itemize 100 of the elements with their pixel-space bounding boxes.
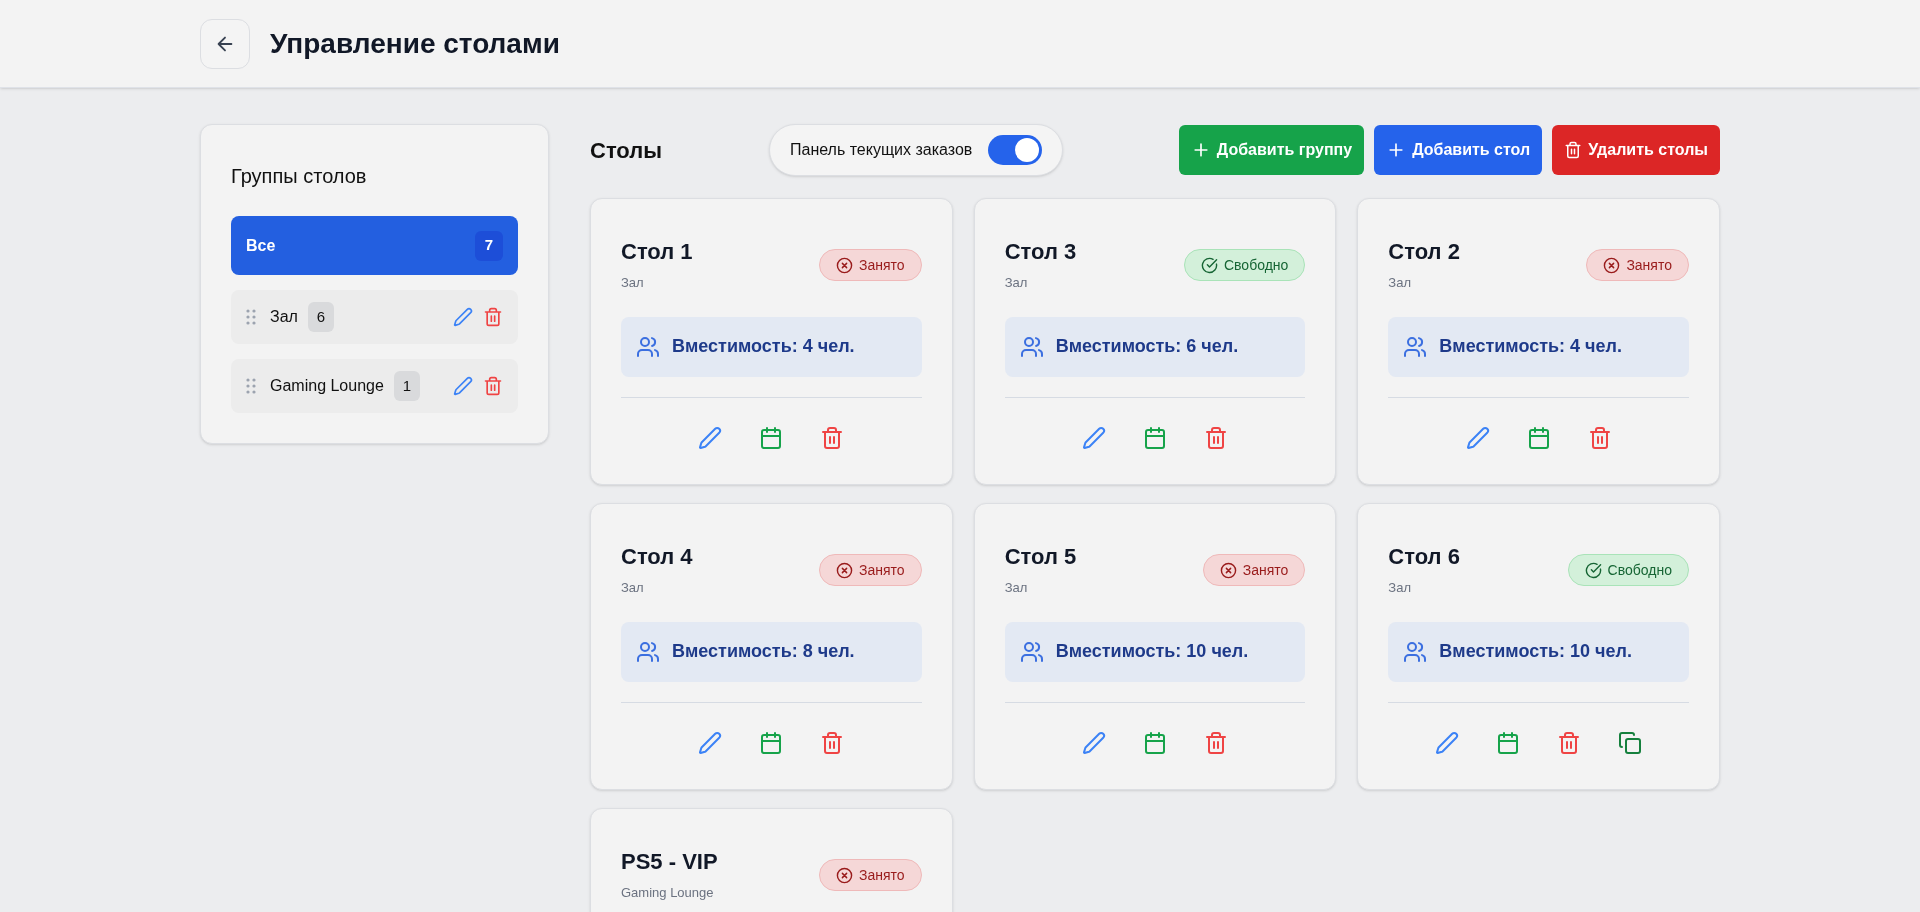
edit-button[interactable] [698, 730, 723, 755]
capacity-text: Вместимость: 8 чел. [672, 640, 855, 663]
group-name: Зал [270, 307, 298, 327]
pencil-icon [1465, 425, 1490, 450]
x-circle-icon [1603, 256, 1621, 274]
group-label: Зал [1004, 274, 1029, 292]
capacity-text: Вместимость: 4 чел. [1439, 335, 1622, 358]
drag-handle-icon[interactable] [246, 378, 256, 394]
capacity-text: Вместимость: 6 чел. [1055, 335, 1239, 358]
status-badge: Свободно [1567, 554, 1689, 586]
x-circle-icon [836, 561, 854, 579]
calendar-button[interactable] [759, 425, 784, 450]
table-name: Стол 6 [1388, 543, 1460, 571]
trash-icon [820, 730, 845, 755]
group-item[interactable]: Зал 6 [231, 290, 518, 344]
count-badge: 6 [307, 302, 334, 332]
group-item[interactable]: Все 7 [231, 216, 518, 275]
delete-button[interactable] [1204, 425, 1228, 450]
delete-button[interactable] [483, 307, 503, 327]
calendar-icon [759, 730, 784, 755]
pencil-icon [1082, 730, 1106, 755]
edit-button[interactable] [453, 307, 473, 327]
pencil-icon [1082, 425, 1106, 450]
people-icon [636, 639, 660, 664]
group-name: Все [246, 235, 276, 256]
calendar-button[interactable] [1143, 425, 1167, 450]
pencil-icon [698, 730, 723, 755]
calendar-icon [1143, 425, 1167, 450]
delete-button[interactable] [483, 376, 503, 396]
delete-button[interactable] [1587, 425, 1612, 450]
capacity-text: Вместимость: 10 чел. [1055, 640, 1249, 663]
group-name: Gaming Lounge [270, 376, 384, 396]
delete-button[interactable]: Удалить столы [1552, 125, 1720, 175]
status-badge: Занято [819, 859, 922, 891]
panel-title: Группы столов [231, 164, 368, 189]
group-label: Зал [621, 579, 645, 597]
trash-icon [483, 307, 503, 327]
add-button[interactable]: Добавить стол [1374, 125, 1543, 175]
capacity-text: Вместимость: 10 чел. [1439, 640, 1632, 663]
calendar-button[interactable] [1496, 730, 1521, 755]
edit-button[interactable] [698, 425, 723, 450]
edit-button[interactable] [1082, 730, 1106, 755]
pencil-icon [698, 425, 723, 450]
people-icon [1403, 639, 1428, 664]
section-title: Столы [590, 136, 664, 165]
status-badge: Занято [1202, 554, 1306, 586]
pencil-icon [1435, 730, 1460, 755]
delete-button[interactable] [820, 730, 845, 755]
back-button[interactable] [200, 18, 250, 69]
delete-button[interactable] [820, 425, 845, 450]
delete-button[interactable] [1204, 730, 1228, 755]
people-icon [1019, 639, 1044, 664]
copy-button[interactable] [1618, 730, 1643, 755]
trash-icon [483, 376, 503, 396]
trash-icon [820, 425, 845, 450]
table-name: Стол 2 [1388, 238, 1460, 266]
trash-icon [1557, 730, 1582, 755]
toggle-switch[interactable] [988, 135, 1043, 165]
x-circle-icon [836, 256, 854, 274]
count-badge: 1 [393, 371, 420, 401]
page-title: Управление столами [270, 26, 560, 61]
group-label: Gaming Lounge [621, 884, 715, 902]
capacity-text: Вместимость: 4 чел. [672, 335, 855, 358]
edit-button[interactable] [1465, 425, 1490, 450]
x-circle-icon [836, 866, 854, 884]
table-name: PS5 - VIP [621, 848, 718, 876]
calendar-button[interactable] [759, 730, 784, 755]
drag-handle-icon[interactable] [246, 309, 256, 325]
table-name: Стол 5 [1004, 543, 1077, 571]
trash-icon [1587, 425, 1612, 450]
group-label: Зал [621, 274, 645, 292]
people-icon [636, 334, 660, 359]
calendar-button[interactable] [1526, 425, 1551, 450]
pencil-icon [453, 376, 473, 396]
calendar-icon [1496, 730, 1521, 755]
orders-panel-toggle[interactable]: Панель текущих заказов [769, 124, 1064, 176]
count-badge: 7 [475, 230, 503, 261]
status-badge: Занято [819, 249, 922, 281]
people-icon [1403, 334, 1428, 359]
trash-icon [1564, 141, 1583, 159]
group-label: Зал [1004, 579, 1029, 597]
trash-icon [1204, 730, 1228, 755]
group-label: Зал [1388, 579, 1412, 597]
toggle-label: Панель текущих заказов [790, 140, 973, 160]
trash-icon [1204, 425, 1228, 450]
pencil-icon [453, 307, 473, 327]
delete-button[interactable] [1557, 730, 1582, 755]
copy-icon [1618, 730, 1643, 755]
calendar-icon [759, 425, 784, 450]
group-label: Зал [1388, 274, 1412, 292]
check-circle-icon [1584, 561, 1602, 579]
calendar-button[interactable] [1143, 730, 1167, 755]
edit-button[interactable] [1082, 425, 1106, 450]
edit-button[interactable] [453, 376, 473, 396]
edit-button[interactable] [1435, 730, 1460, 755]
check-circle-icon [1200, 256, 1218, 274]
group-item[interactable]: Gaming Lounge 1 [231, 359, 518, 413]
status-badge: Занято [1586, 249, 1689, 281]
table-name: Стол 4 [621, 543, 693, 571]
calendar-icon [1143, 730, 1167, 755]
